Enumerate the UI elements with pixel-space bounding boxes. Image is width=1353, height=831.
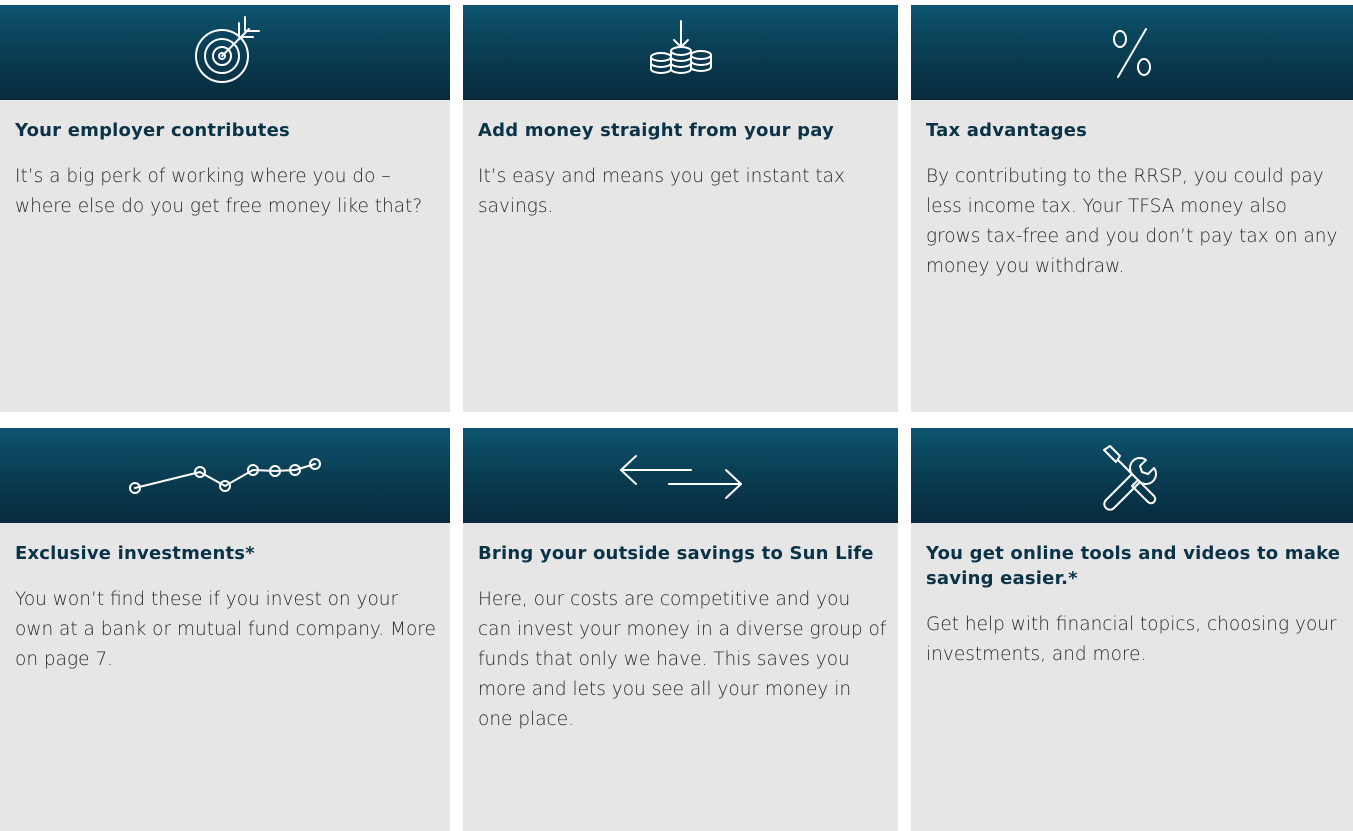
card-body: Get help with financial topics, choosing… — [926, 614, 1337, 665]
card-title: Add money straight from your pay — [478, 120, 834, 141]
card-header — [0, 5, 450, 100]
card-header — [463, 428, 898, 523]
benefits-grid: Your employer contributes It’s a big per… — [0, 0, 1353, 831]
card-title: Tax advantages — [926, 120, 1088, 141]
card-bring-outside-savings: Bring your outside savings to Sun Life H… — [463, 428, 898, 831]
card-header — [911, 5, 1353, 100]
card-employer-contributes: Your employer contributes It’s a big per… — [0, 5, 450, 412]
card-body: You won’t find these if you invest on yo… — [15, 589, 436, 670]
target-icon — [195, 15, 260, 83]
tools-icon — [1103, 444, 1157, 511]
card-exclusive-investments: Exclusive investments* You won’t find th… — [0, 428, 450, 831]
card-title: Exclusive investments* — [15, 543, 255, 564]
card-title: You get online tools and videos to make … — [926, 543, 1341, 589]
card-body: Here, our costs are competitive and you … — [478, 589, 887, 730]
line-chart-icon — [129, 457, 321, 494]
card-body: It’s a big perk of working where you do … — [15, 166, 423, 217]
card-title: Bring your outside savings to Sun Life — [478, 543, 874, 564]
card-title: Your employer contributes — [15, 120, 290, 141]
card-tax-advantages: Tax advantages By contributing to the RR… — [911, 5, 1353, 412]
card-body: By contributing to the RRSP, you could p… — [926, 166, 1338, 277]
card-header — [0, 428, 450, 523]
card-header — [911, 428, 1353, 523]
percent-icon — [1113, 27, 1151, 78]
card-online-tools: You get online tools and videos to make … — [911, 428, 1353, 831]
card-header — [463, 5, 898, 100]
transfer-arrows-icon — [619, 454, 742, 499]
coins-arrow-down-icon — [649, 19, 712, 74]
card-add-money-from-pay: Add money straight from your pay It’s ea… — [463, 5, 898, 412]
card-body: It’s easy and means you get instant tax … — [478, 166, 845, 217]
